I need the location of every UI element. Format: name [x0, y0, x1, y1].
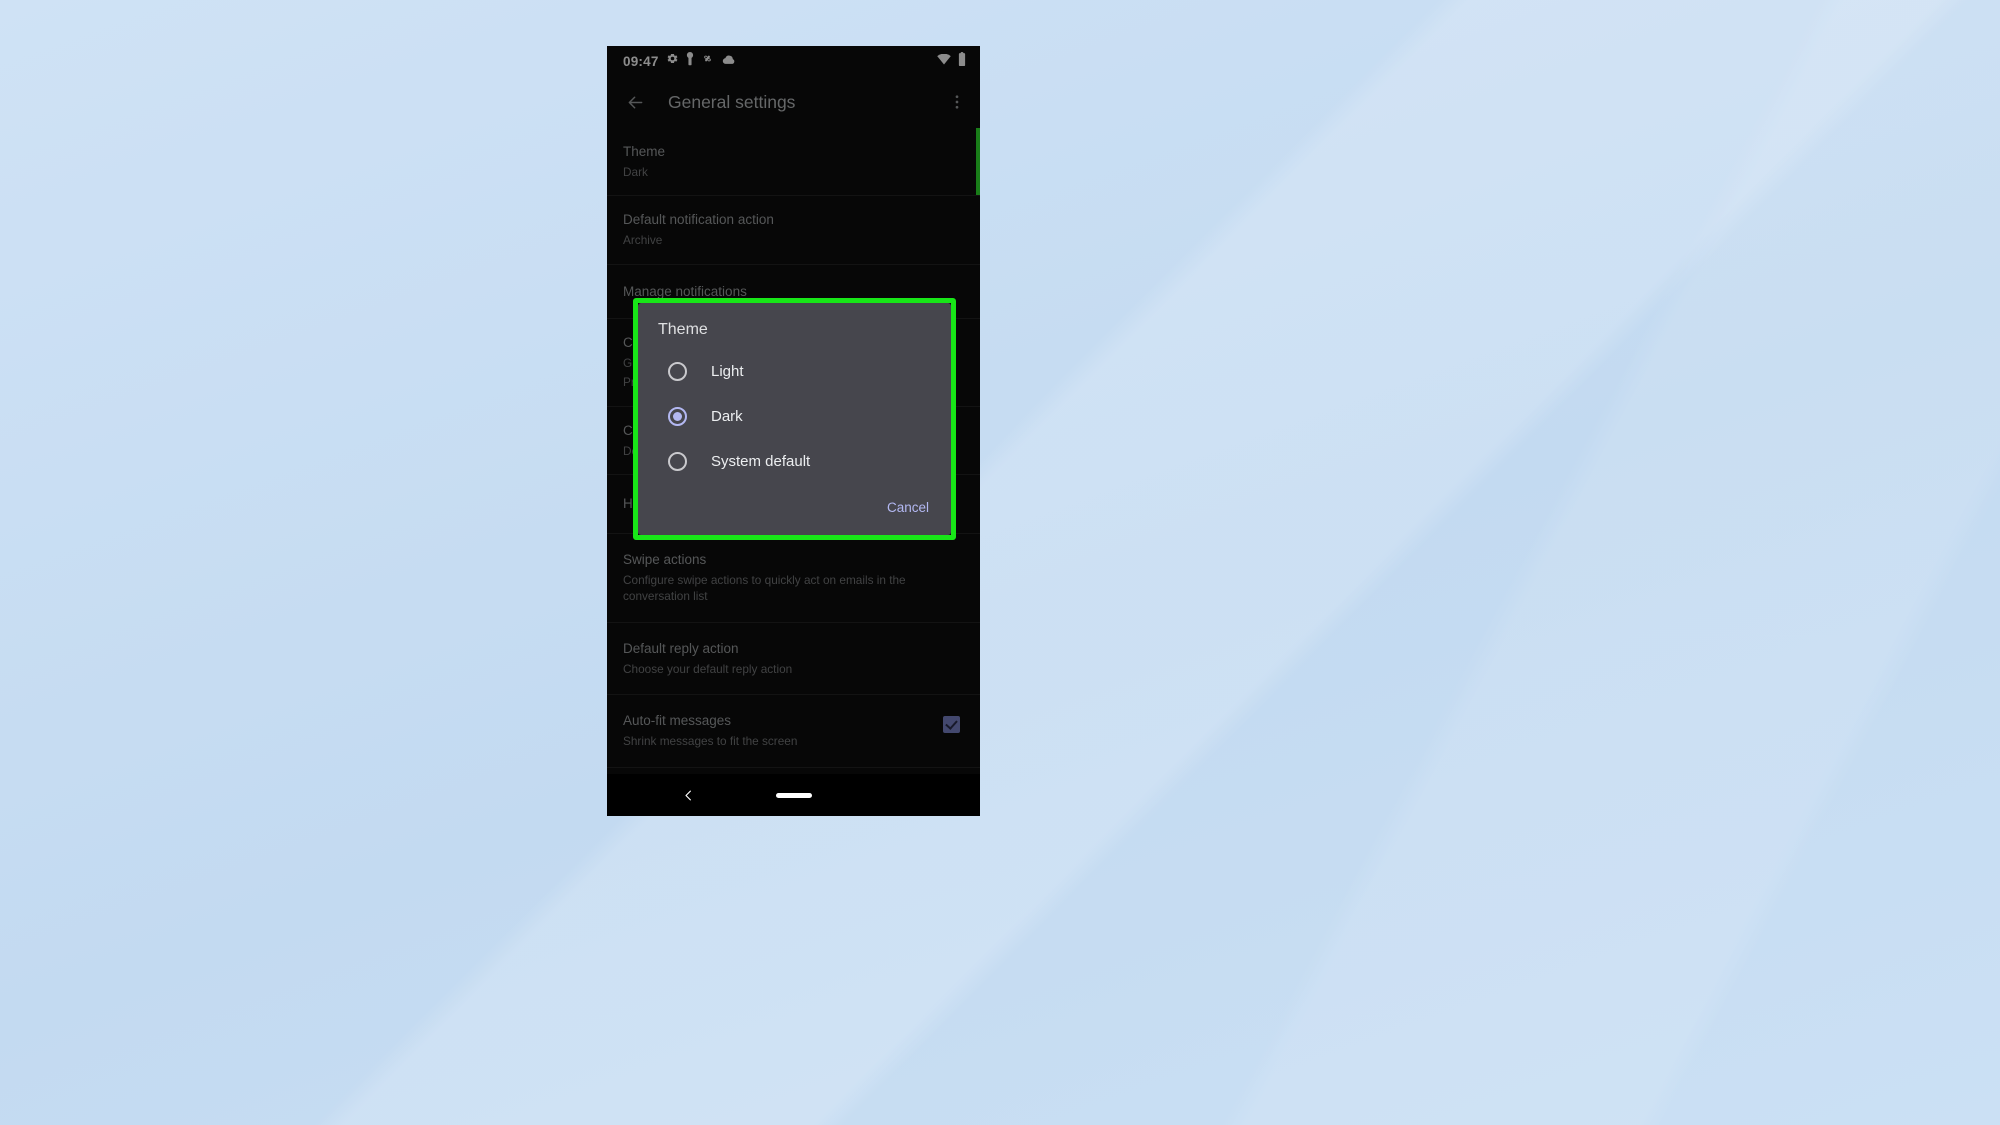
setting-text: Auto-fit messages Shrink messages to fit…	[623, 712, 933, 749]
setting-row-default-notification-action[interactable]: Default notification action Archive	[607, 196, 980, 265]
theme-option-light[interactable]: Light	[658, 349, 931, 394]
wallpaper-backdrop	[0, 0, 2000, 1125]
setting-title: Theme	[623, 144, 666, 159]
page-title: General settings	[668, 91, 796, 112]
radio-button-icon[interactable]	[668, 452, 687, 471]
setting-row-default-reply-action[interactable]: Default reply action Choose your default…	[607, 623, 980, 696]
gear-icon	[666, 52, 679, 70]
setting-text: Default notification action Archive	[623, 211, 960, 248]
setting-subtitle: Choose your default reply action	[623, 661, 793, 676]
setting-text: Swipe actions Configure swipe actions to…	[623, 551, 960, 605]
status-clock: 09:47	[623, 53, 659, 69]
nav-back-icon[interactable]	[681, 788, 696, 803]
setting-title: Swipe actions	[623, 552, 707, 568]
setting-text: Theme Dark	[623, 143, 960, 180]
setting-title: Auto-fit messages	[623, 713, 732, 729]
row-highlight-accent	[976, 128, 980, 196]
setting-title: Default notification action	[623, 212, 774, 228]
theme-dialog: Theme Light Dark System default Cancel	[638, 303, 951, 535]
setting-subtitle: Archive	[623, 232, 663, 247]
setting-row-auto-fit-messages[interactable]: Auto-fit messages Shrink messages to fit…	[607, 695, 980, 768]
radio-button-icon[interactable]	[668, 362, 687, 381]
auto-fit-messages-checkbox[interactable]	[943, 716, 960, 734]
vpn-key-icon	[686, 51, 694, 71]
setting-subtitle: Dark	[623, 164, 648, 179]
setting-text: Default reply action Choose your default…	[623, 640, 960, 677]
system-nav-bar	[607, 774, 980, 816]
back-arrow-icon[interactable]	[625, 92, 646, 113]
pinwheel-icon	[701, 52, 714, 70]
radio-button-selected-icon[interactable]	[668, 407, 687, 426]
setting-subtitle: Configure swipe actions to quickly act o…	[623, 572, 906, 604]
theme-option-label: Light	[711, 363, 744, 380]
status-bar-left: 09:47	[623, 51, 736, 71]
cancel-button[interactable]: Cancel	[885, 494, 931, 521]
setting-subtitle: Shrink messages to fit the screen	[623, 733, 798, 748]
overflow-menu-icon[interactable]	[948, 93, 966, 111]
dialog-actions: Cancel	[658, 494, 931, 525]
cloud-icon	[721, 52, 736, 70]
setting-row-swipe-actions[interactable]: Swipe actions Configure swipe actions to…	[607, 534, 980, 624]
app-bar: General settings	[607, 76, 980, 128]
setting-row-theme[interactable]: Theme Dark	[607, 128, 980, 197]
phone-screen: 09:47 General settings Theme Dark Defaul…	[607, 46, 980, 816]
battery-icon	[958, 51, 966, 71]
theme-option-dark[interactable]: Dark	[658, 394, 931, 439]
wifi-icon	[937, 52, 951, 70]
theme-option-label: Dark	[711, 408, 743, 425]
dialog-title: Theme	[658, 321, 708, 338]
nav-home-pill[interactable]	[775, 792, 812, 798]
theme-option-label: System default	[711, 453, 811, 470]
status-bar: 09:47	[607, 46, 980, 76]
theme-option-system-default[interactable]: System default	[658, 439, 931, 484]
setting-title: Default reply action	[623, 641, 739, 657]
status-bar-right	[937, 51, 966, 71]
